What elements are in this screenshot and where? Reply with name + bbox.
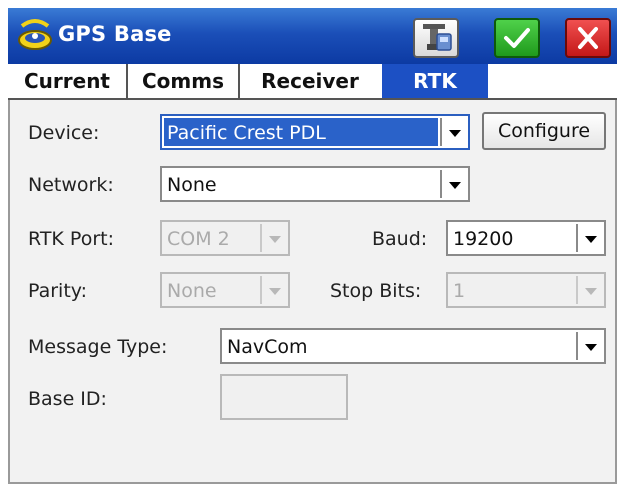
gps-base-window: GPS Base Current Comms Receiver RTK Devi… bbox=[0, 0, 627, 493]
chevron-down-icon bbox=[585, 344, 597, 351]
baud-label: Baud: bbox=[372, 228, 428, 250]
rtk-panel: Device: Pacific Crest PDL Configure Netw… bbox=[8, 100, 617, 484]
tab-rtk[interactable]: RTK bbox=[382, 64, 488, 98]
checkmark-icon bbox=[504, 28, 530, 48]
window-title: GPS Base bbox=[58, 22, 172, 46]
close-icon bbox=[578, 27, 598, 49]
tab-label: RTK bbox=[413, 69, 457, 93]
chevron-down-icon bbox=[269, 288, 281, 295]
tab-label: Comms bbox=[141, 69, 224, 93]
device-settings-button[interactable] bbox=[413, 18, 459, 58]
message-type-dropdown-button[interactable] bbox=[576, 332, 602, 360]
close-button[interactable] bbox=[565, 18, 611, 58]
chevron-down-icon bbox=[449, 130, 461, 137]
device-label: Device: bbox=[28, 122, 100, 144]
message-type-select[interactable]: NavCom bbox=[220, 328, 606, 364]
network-dropdown-button[interactable] bbox=[440, 170, 466, 198]
chevron-down-icon bbox=[585, 288, 597, 295]
gps-satellite-icon bbox=[16, 18, 54, 54]
tab-current[interactable]: Current bbox=[8, 64, 128, 98]
tab-label: Receiver bbox=[261, 69, 359, 93]
rtk-port-label: RTK Port: bbox=[28, 228, 114, 250]
parity-value: None bbox=[167, 280, 217, 302]
tab-strip: Current Comms Receiver RTK bbox=[8, 64, 617, 98]
stop-bits-label: Stop Bits: bbox=[330, 280, 422, 302]
message-type-label: Message Type: bbox=[28, 336, 168, 358]
chevron-down-icon bbox=[449, 182, 461, 189]
chevron-down-icon bbox=[585, 236, 597, 243]
rtk-port-value: COM 2 bbox=[167, 228, 230, 250]
device-select[interactable]: Pacific Crest PDL bbox=[160, 114, 470, 150]
receiver-device-icon bbox=[423, 24, 452, 51]
base-id-label: Base ID: bbox=[28, 388, 107, 410]
stop-bits-select[interactable]: 1 bbox=[446, 272, 606, 308]
configure-button[interactable]: Configure bbox=[482, 112, 606, 150]
stop-bits-dropdown-button[interactable] bbox=[576, 276, 602, 304]
stop-bits-value: 1 bbox=[453, 280, 466, 302]
baud-value: 19200 bbox=[453, 228, 514, 250]
network-label: Network: bbox=[28, 174, 114, 196]
tab-comms[interactable]: Comms bbox=[128, 64, 240, 98]
message-type-value: NavCom bbox=[227, 336, 308, 358]
device-value: Pacific Crest PDL bbox=[167, 122, 326, 144]
base-id-input[interactable] bbox=[220, 374, 348, 420]
tab-receiver[interactable]: Receiver bbox=[240, 64, 380, 98]
device-dropdown-button[interactable] bbox=[440, 118, 466, 146]
title-bar: GPS Base bbox=[8, 8, 617, 64]
configure-label: Configure bbox=[497, 120, 591, 142]
chevron-down-icon bbox=[269, 236, 281, 243]
rtk-port-select[interactable]: COM 2 bbox=[160, 220, 290, 256]
rtk-port-dropdown-button[interactable] bbox=[260, 224, 286, 252]
ok-button[interactable] bbox=[494, 18, 540, 58]
baud-dropdown-button[interactable] bbox=[576, 224, 602, 252]
parity-select[interactable]: None bbox=[160, 272, 290, 308]
parity-label: Parity: bbox=[28, 280, 88, 302]
network-value: None bbox=[167, 174, 217, 196]
parity-dropdown-button[interactable] bbox=[260, 276, 286, 304]
baud-select[interactable]: 19200 bbox=[446, 220, 606, 256]
tab-label: Current bbox=[23, 69, 110, 93]
network-select[interactable]: None bbox=[160, 166, 470, 202]
